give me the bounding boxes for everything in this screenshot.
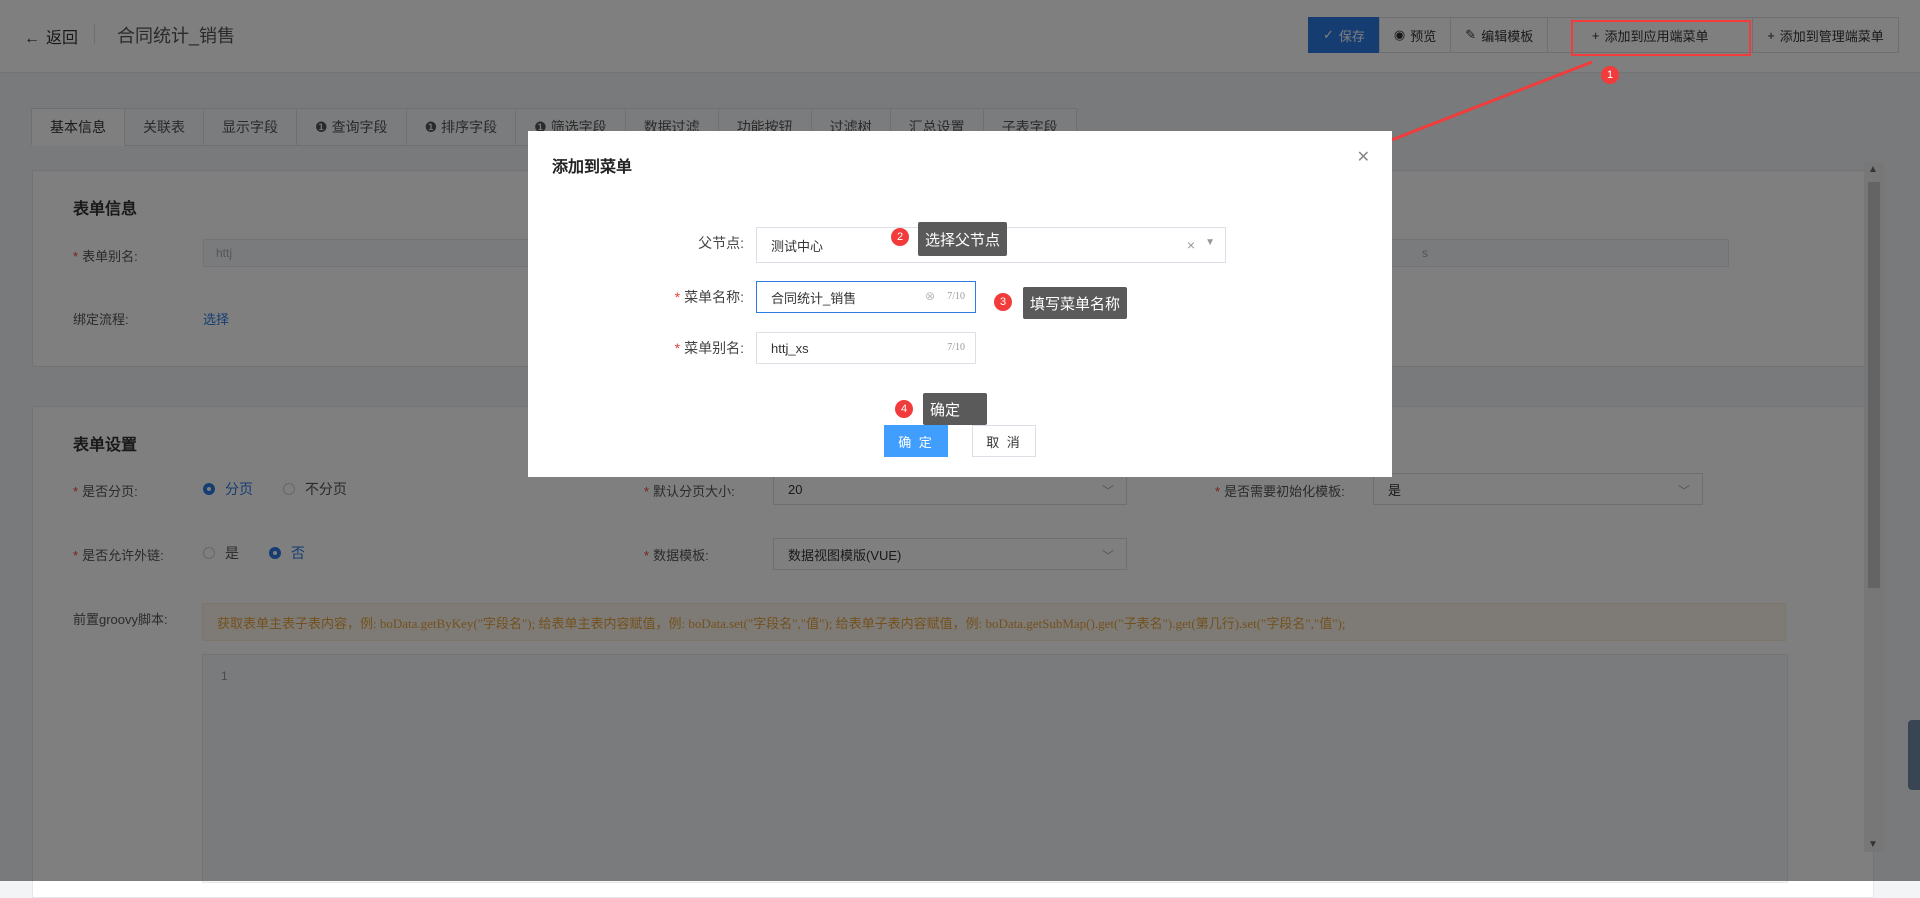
menu-alias-label: * 菜单别名: (674, 340, 744, 356)
menu-alias-input[interactable]: httj_xs 7/10 (756, 332, 976, 364)
caret-down-icon: ▼ (1205, 237, 1215, 248)
annotation-tip-3: 填写菜单名称 (1023, 287, 1128, 319)
annotation-badge-4: 4 (895, 400, 913, 418)
annotation-tip-2: 选择父节点 (918, 222, 1008, 256)
side-widget[interactable] (1908, 720, 1920, 790)
parent-node-label: 父节点: (698, 235, 744, 251)
annotation-badge-1: 1 (1601, 66, 1619, 84)
menu-name-label: * 菜单名称: (674, 289, 744, 305)
clear-icon[interactable]: × (1187, 237, 1195, 253)
close-icon[interactable]: ✕ (1357, 147, 1370, 167)
dialog-title: 添加到菜单 (552, 159, 633, 176)
menu-name-input[interactable]: 合同统计_销售 ⊗ 7/10 (756, 281, 976, 313)
confirm-button[interactable]: 确 定 (884, 425, 948, 457)
cancel-button[interactable]: 取 消 (972, 425, 1036, 457)
menu-alias-count: 7/10 (947, 342, 965, 353)
annotation-badge-2: 2 (891, 228, 909, 246)
annotation-tip-4: 确定 (923, 393, 987, 425)
menu-name-count: 7/10 (947, 291, 965, 302)
annotation-badge-3: 3 (994, 293, 1012, 311)
clear-circle-icon[interactable]: ⊗ (925, 289, 935, 303)
add-to-menu-dialog: 添加到菜单 ✕ 父节点: 测试中心 × ▼ * 菜单名称: 合同统计_销售 ⊗ 7… (528, 131, 1392, 477)
